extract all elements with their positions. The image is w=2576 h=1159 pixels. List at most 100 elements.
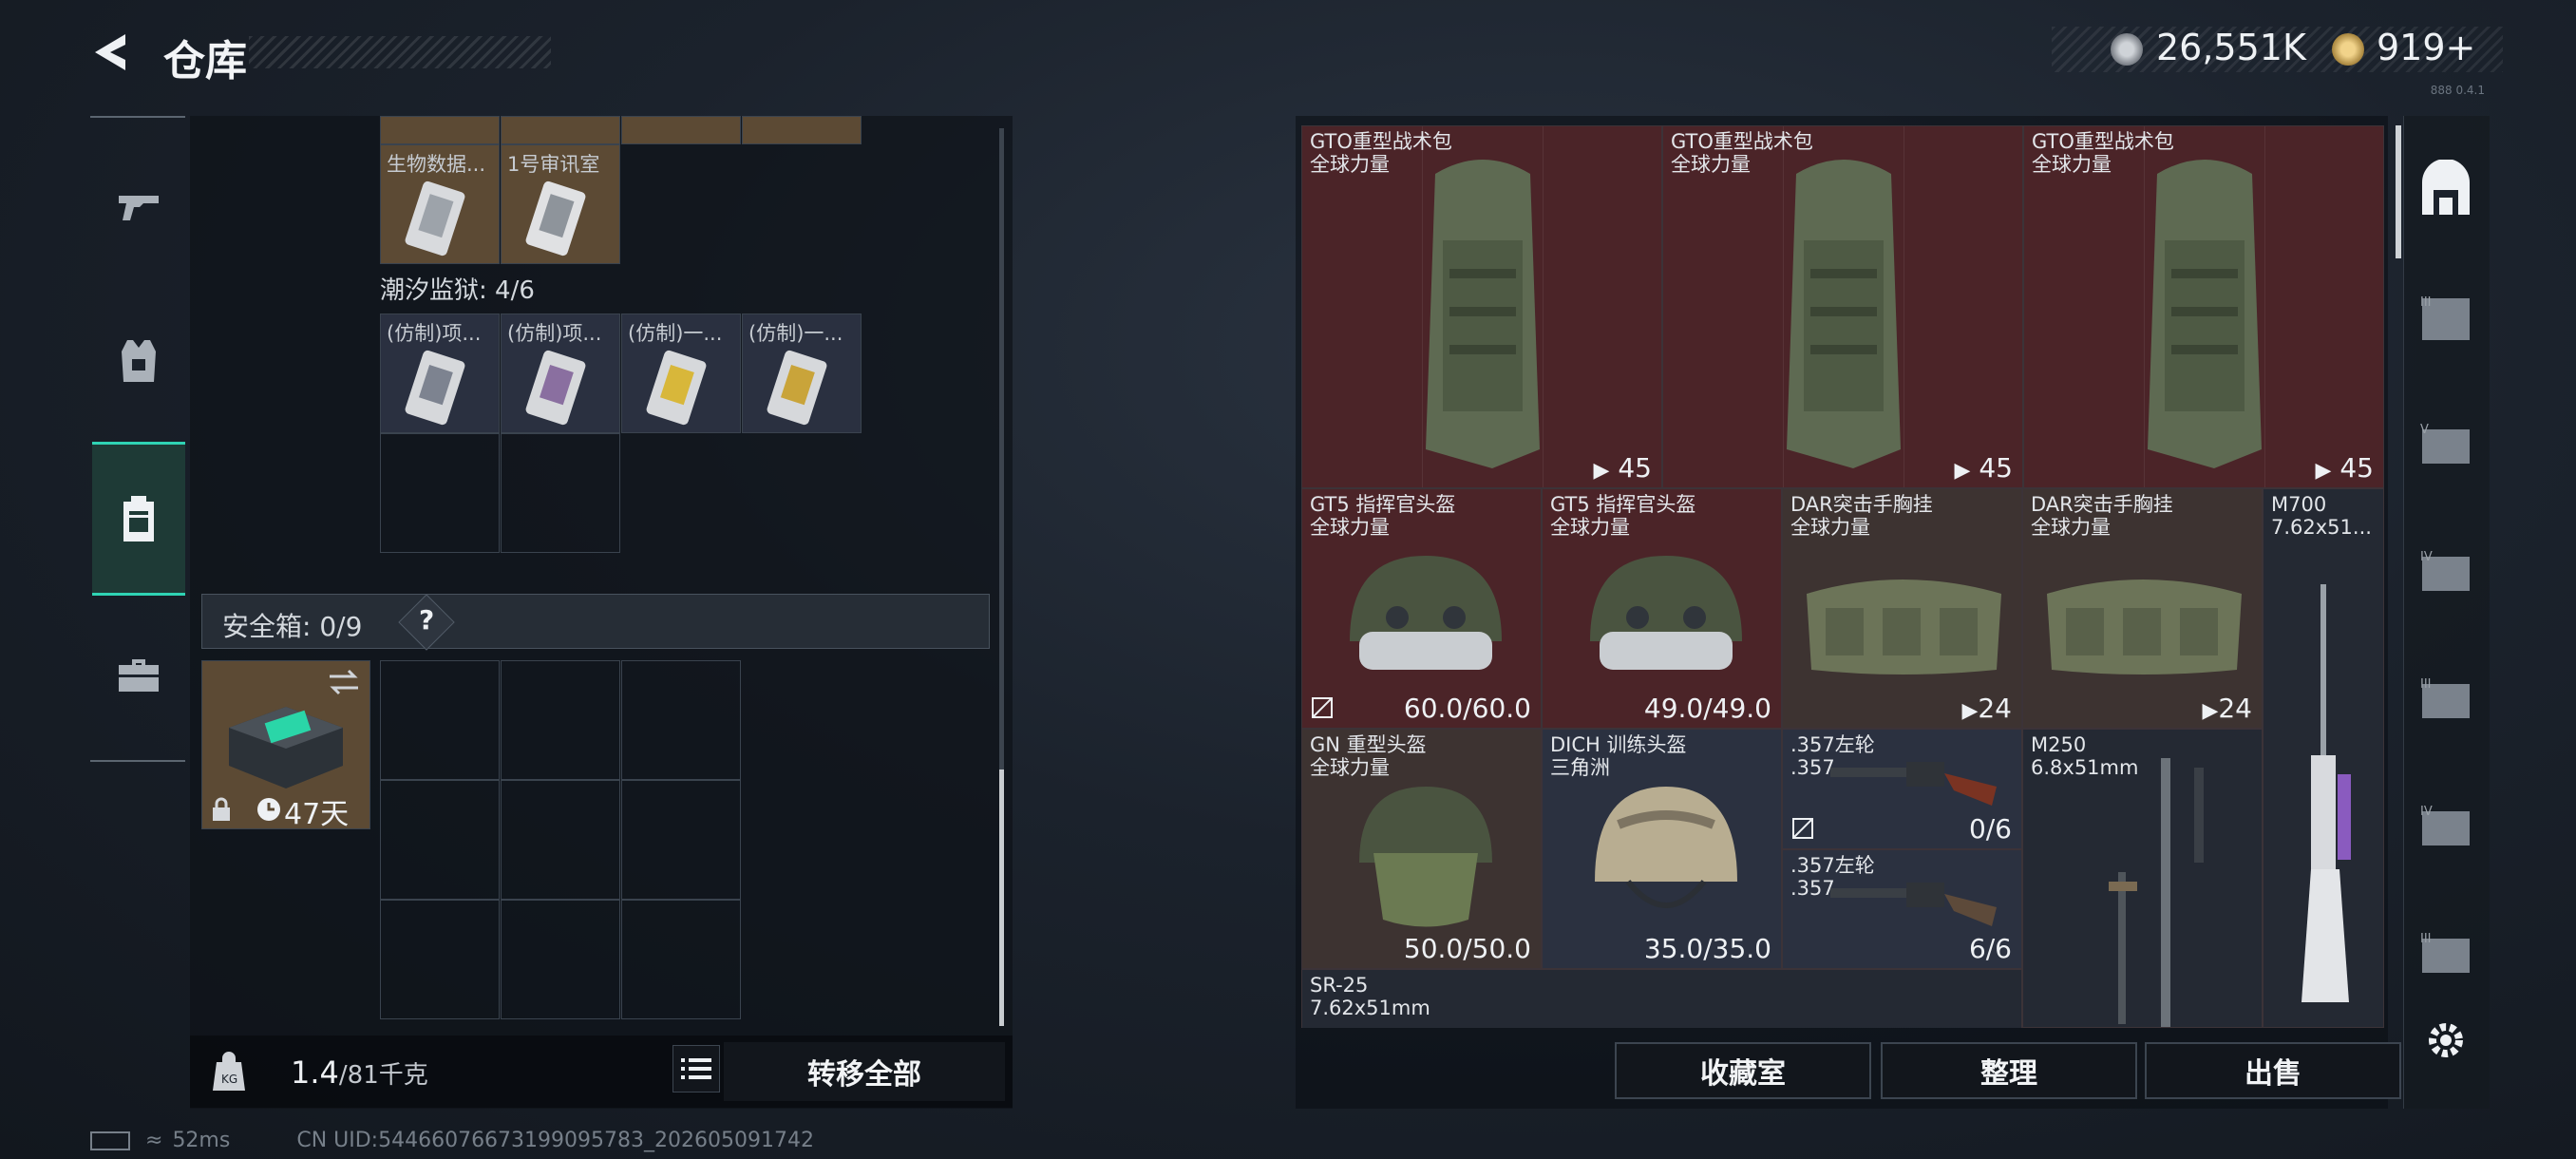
svg-text:III: III <box>2420 295 2432 310</box>
tab-container-v[interactable]: V <box>2415 414 2477 477</box>
swap-icon <box>330 669 358 695</box>
inventory-item[interactable]: (仿制)项... <box>501 314 620 433</box>
item-durability: ▶ 45 <box>1955 452 2013 484</box>
scrollbar-thumb[interactable] <box>2396 125 2401 258</box>
helmet-icon <box>1595 787 1737 908</box>
safe-case-days: 47天 <box>284 798 350 831</box>
empty-slot[interactable] <box>380 433 500 553</box>
safe-case-icon <box>229 707 343 788</box>
inventory-item[interactable]: DICH 训练头盔 三角洲 35.0/35.0 <box>1542 729 1782 969</box>
item-durability: ▶24 <box>1961 693 2012 724</box>
item-name: GN 重型头盔 <box>1310 733 1427 756</box>
item-durability: 60.0/60.0 <box>1403 693 1531 724</box>
battery-icon <box>90 1131 130 1150</box>
inventory-item[interactable]: DAR突击手胸挂 全球力量 ▶24 <box>2022 488 2263 729</box>
container-v-icon: V <box>2420 423 2470 464</box>
empty-slot[interactable] <box>501 433 620 553</box>
safe-slot[interactable] <box>380 900 500 1019</box>
sort-button[interactable]: 整理 <box>1881 1042 2137 1099</box>
grid-cell[interactable] <box>501 116 620 144</box>
inventory-item[interactable]: .357左轮 .357 0/6 <box>1782 729 2022 849</box>
tab-backpack[interactable] <box>2415 159 2477 222</box>
list-icon <box>681 1058 711 1079</box>
safe-slot[interactable] <box>621 900 741 1019</box>
safe-slot[interactable] <box>501 660 620 780</box>
backpack-icon <box>1426 160 1540 468</box>
container-iv-icon: IV <box>2420 805 2470 846</box>
inventory-item[interactable]: 1号审讯室 <box>501 144 620 264</box>
collection-room-button[interactable]: 收藏室 <box>1615 1042 1871 1099</box>
sell-button[interactable]: 出售 <box>2145 1042 2401 1099</box>
tab-container-iii[interactable]: III <box>2415 287 2477 350</box>
grid-cell[interactable] <box>621 116 741 144</box>
inventory-item[interactable]: GTO重型战术包 全球力量 ▶ 45 <box>1662 125 2023 488</box>
item-subtitle: 全球力量 <box>2031 516 2111 539</box>
keycard-icon <box>525 180 586 256</box>
item-name: GT5 指挥官头盔 <box>1550 493 1696 516</box>
safe-slot[interactable] <box>621 780 741 900</box>
inventory-item[interactable]: GTO重型战术包 全球力量 ▶ 45 <box>1301 125 1662 488</box>
item-subtitle: 全球力量 <box>1790 516 1870 539</box>
container-iii-icon: III <box>2420 932 2470 973</box>
item-name: GT5 指挥官头盔 <box>1310 493 1456 516</box>
currency-gold-value: 919+ <box>2377 27 2476 68</box>
inventory-item[interactable]: SR-25 7.62x51mm <box>1301 969 2022 1028</box>
container-iii-icon: III <box>2420 677 2470 718</box>
inventory-item[interactable]: M700 7.62x51... <box>2263 488 2384 1028</box>
item-name: DAR突击手胸挂 <box>1790 493 1933 516</box>
item-name: (仿制)项... <box>387 322 482 345</box>
grid-cell[interactable] <box>380 116 500 144</box>
inventory-item[interactable]: GT5 指挥官头盔 全球力量 49.0/49.0 <box>1542 488 1782 729</box>
list-view-button[interactable] <box>672 1045 720 1092</box>
item-name: M700 <box>2271 493 2327 516</box>
nav-weapons[interactable] <box>92 160 185 255</box>
inventory-item[interactable]: 生物数据... <box>380 144 500 264</box>
machine-gun-icon <box>2109 758 2204 1027</box>
nav-backpack[interactable] <box>92 442 185 596</box>
item-subtitle: 7.62x51... <box>2271 516 2372 539</box>
inventory-item[interactable]: (仿制)一... <box>742 314 862 433</box>
safe-slot[interactable] <box>621 660 741 780</box>
inventory-item[interactable]: (仿制)项... <box>380 314 500 433</box>
nav-equipment[interactable] <box>92 314 185 408</box>
safe-slot[interactable] <box>380 660 500 780</box>
inventory-item[interactable]: GN 重型头盔 全球力量 50.0/50.0 <box>1301 729 1542 969</box>
svg-text:IV: IV <box>2420 550 2433 564</box>
no-repair-icon <box>1312 697 1333 718</box>
item-durability: 49.0/49.0 <box>1643 693 1771 724</box>
safe-slot[interactable] <box>501 900 620 1019</box>
backpack-icon <box>123 496 154 542</box>
grid-cell[interactable] <box>742 116 862 144</box>
tab-container-iii-c[interactable]: III <box>2415 923 2477 980</box>
inventory-item[interactable]: DAR突击手胸挂 全球力量 ▶24 <box>1782 488 2022 729</box>
inventory-item[interactable]: M250 6.8x51mm <box>2022 729 2263 1028</box>
item-name: 生物数据... <box>387 153 486 176</box>
tab-container-iv-b[interactable]: IV <box>2415 796 2477 859</box>
settings-button[interactable] <box>2422 1016 2470 1064</box>
tab-container-iv-a[interactable]: IV <box>2415 542 2477 604</box>
safe-case-item[interactable]: 47天 <box>201 660 370 831</box>
safe-slot[interactable] <box>380 780 500 900</box>
item-durability: ▶24 <box>2202 693 2252 724</box>
item-name: SR-25 <box>1310 974 1369 997</box>
transfer-all-button[interactable]: 转移全部 <box>724 1042 1005 1101</box>
wifi-icon: ≈ <box>145 1129 163 1152</box>
inventory-item[interactable]: GTO重型战术包 全球力量 ▶ 45 <box>2023 125 2384 488</box>
inventory-item[interactable]: GT5 指挥官头盔 全球力量 60.0/60.0 <box>1301 488 1542 729</box>
inventory-item[interactable]: (仿制)一... <box>621 314 741 433</box>
no-repair-icon <box>1792 818 1813 839</box>
scrollbar-thumb[interactable] <box>999 770 1004 1026</box>
ammo-count: 0/6 <box>1968 813 2012 845</box>
item-value: 45 <box>1618 452 1652 484</box>
svg-text:KG: KG <box>221 1073 237 1086</box>
helmet-icon <box>1590 556 1742 670</box>
silver-coin-icon <box>2111 33 2143 66</box>
safe-slot[interactable] <box>501 780 620 900</box>
status-bar: ≈52ms CN UID:54466076673199095783_2026050… <box>90 1129 814 1152</box>
uid-text: CN UID:54466076673199095783_202605091742 <box>296 1129 814 1152</box>
tab-container-iii-b[interactable]: III <box>2415 669 2477 732</box>
gun-icon <box>119 196 159 220</box>
nav-briefcase[interactable] <box>92 627 185 722</box>
back-arrow-icon[interactable] <box>87 28 135 76</box>
inventory-item[interactable]: .357左轮 .357 6/6 <box>1782 849 2022 969</box>
